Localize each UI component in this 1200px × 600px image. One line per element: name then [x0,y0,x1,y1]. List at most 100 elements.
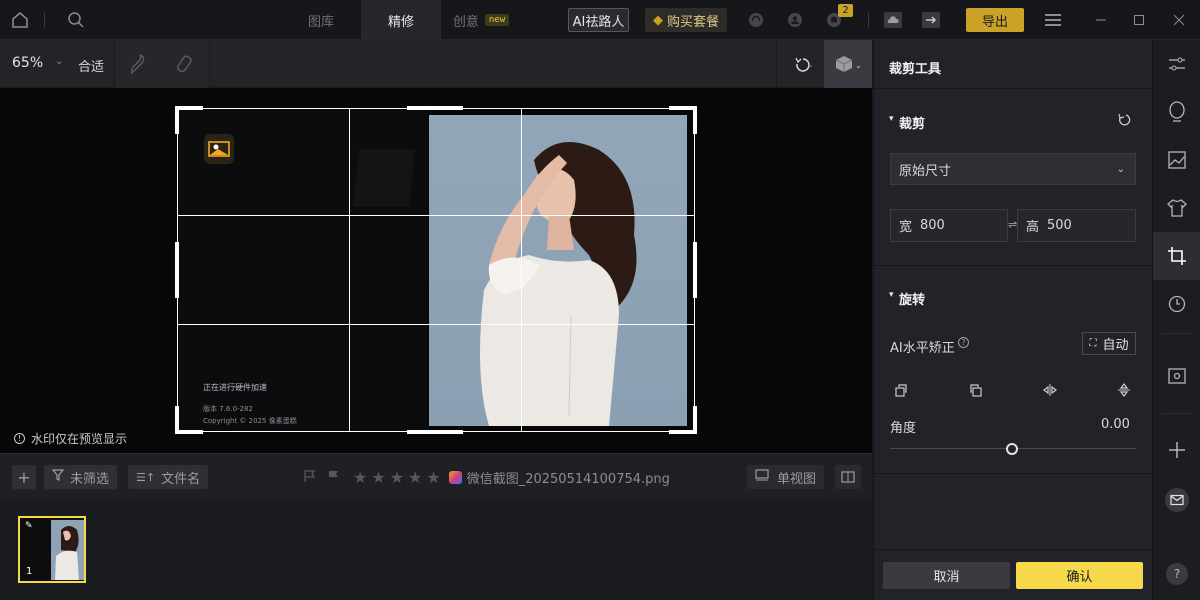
export-button-label: 导出 [981,14,1008,30]
chevron-down-icon[interactable]: ⌄ [55,56,63,67]
width-field[interactable]: 宽 800 [890,209,1008,242]
filmstrip-toolbar: + 未筛选 ☰↑ 文件名 ★ ★ ★ ★ ★ 微信截图_202505141007… [0,453,872,499]
crop-handle-top-left[interactable] [175,106,179,134]
eraser-icon[interactable] [176,53,196,79]
add-icon[interactable] [1153,426,1200,474]
search-icon[interactable] [66,10,86,30]
crop-handle-bottom-left[interactable] [175,430,203,434]
crop-handle-top-left[interactable] [175,106,203,110]
star-icon[interactable]: ★ [353,468,367,487]
title-bar: 图库 精修 创意 new AI祛路人 ◆ 购买套餐 2 导出 [0,0,1200,40]
minimize-icon[interactable] [1091,10,1111,30]
history-clock-icon[interactable] [1153,280,1200,328]
help-icon[interactable]: ? [1153,550,1200,598]
tab-creative[interactable]: 创意 new [441,0,521,40]
filter-button[interactable]: 未筛选 [44,465,118,489]
crop-section-title[interactable]: 裁剪 [899,113,925,132]
brush-icon[interactable] [128,53,148,79]
crop-handle-bottom-left[interactable] [175,406,179,434]
divider [1161,333,1193,334]
buy-package-button[interactable]: ◆ 购买套餐 [645,8,727,32]
auto-level-button[interactable]: ⛶ 自动 [1082,332,1136,355]
cancel-button[interactable]: 取消 [883,562,1010,589]
height-field[interactable]: 高 500 [1017,209,1136,242]
star-icon[interactable]: ★ [390,468,404,487]
rotate-right-icon[interactable] [969,383,983,401]
crop-handle-top[interactable] [407,106,463,110]
home-icon[interactable] [10,10,30,30]
message-icon[interactable] [1153,476,1200,524]
crop-tool-panel: 裁剪工具 ▾ 裁剪 原始尺寸 ⌄ 宽 800 ⇌ 高 500 ▾ 旋转 AI水平… [873,40,1153,600]
ai-remove-people-button[interactable]: AI祛路人 [568,8,629,32]
clothing-icon[interactable] [1153,184,1200,232]
face-retouch-icon[interactable] [1153,88,1200,136]
tab-library[interactable]: 图库 [282,0,360,40]
caret-down-icon[interactable]: ▾ [889,290,894,300]
maximize-icon[interactable] [1129,10,1149,30]
confirm-button[interactable]: 确认 [1016,562,1143,589]
editor-toolbar: 65% ⌄ 合适 ⌄ ⌄ [0,40,872,88]
single-view-button[interactable]: 单视图 [747,465,825,489]
flag-pick-icon[interactable] [327,469,341,487]
svg-text:⌄: ⌄ [855,61,862,70]
cloud-icon[interactable] [883,10,903,30]
crop-frame[interactable] [177,108,695,432]
crop-handle-bottom-right[interactable] [693,406,697,434]
ai-level-label: AI水平矫正 [890,341,955,356]
crop-icon[interactable] [1153,232,1200,280]
filter-icon [51,469,65,485]
user-avatar-icon[interactable] [785,10,805,30]
divider [874,265,1153,266]
chevron-down-icon: ⌄ [1116,163,1125,175]
panel-title: 裁剪工具 [889,62,942,77]
ai-button-label: AI祛路人 [572,14,625,30]
export-button[interactable]: 导出 [966,8,1024,32]
rotate-section-title[interactable]: 旋转 [899,289,925,308]
menu-icon[interactable] [1043,10,1063,30]
crop-handle-left[interactable] [175,242,179,298]
close-icon[interactable] [1169,10,1189,30]
add-button[interactable]: + [12,465,36,489]
info-icon: ! [14,433,25,444]
headset-icon[interactable] [746,10,766,30]
flip-horizontal-icon[interactable] [1043,383,1057,401]
angle-slider-thumb[interactable] [1006,443,1018,455]
film-thumbnail[interactable]: ✎ 1 [18,516,86,583]
brush-tools-group [114,40,210,88]
undo-rotate-button[interactable]: ⌄ [776,40,824,88]
crop-grid-line [177,324,695,325]
3d-cube-view-button[interactable]: ⌄ [824,40,872,88]
flag-reject-icon[interactable] [303,469,317,487]
help-icon[interactable]: ? [958,337,969,348]
divider [44,12,45,28]
star-icon[interactable]: ★ [371,468,385,487]
tab-retouch[interactable]: 精修 [361,0,441,40]
adjust-sliders-icon[interactable] [1153,40,1200,88]
preview-frame-icon[interactable] [1153,352,1200,400]
svg-text:⌄: ⌄ [807,60,813,69]
rotate-left-icon[interactable] [894,383,908,401]
image-canvas[interactable]: 正在进行硬件加速 版本 7.6.0-282 Copyright © 2025 像… [0,88,872,453]
zoom-level[interactable]: 65% [12,55,43,71]
image-adjust-icon[interactable] [1153,136,1200,184]
link-ratio-icon[interactable]: ⇌ [1008,218,1017,231]
confirm-button-label: 确认 [1066,570,1093,585]
crop-ratio-select[interactable]: 原始尺寸 ⌄ [890,153,1136,185]
angle-label: 角度 [890,421,917,436]
reset-icon[interactable] [1117,112,1131,130]
star-icon[interactable]: ★ [426,468,440,487]
crop-handle-right[interactable] [693,242,697,298]
angle-value[interactable]: 0.00 [1101,417,1130,432]
sort-button[interactable]: ☰↑ 文件名 [128,465,209,489]
star-icon[interactable]: ★ [408,468,422,487]
share-arrow-icon[interactable] [921,10,941,30]
compare-view-button[interactable] [835,465,861,489]
crop-handle-bottom[interactable] [407,430,463,434]
crop-handle-top-right[interactable] [693,106,697,134]
divider [868,12,869,28]
crop-grid-line [521,108,522,432]
caret-down-icon[interactable]: ▾ [889,114,894,124]
flip-vertical-icon[interactable] [1117,383,1131,401]
fit-button[interactable]: 合适 [78,56,104,75]
divider [1161,413,1193,414]
